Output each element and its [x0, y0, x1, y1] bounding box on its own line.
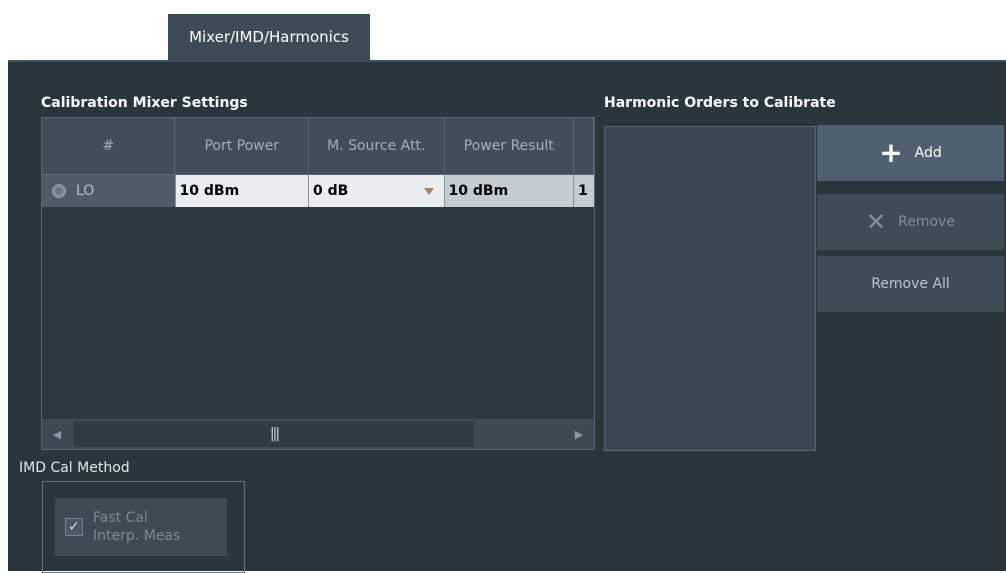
checkbox[interactable]: ✓: [65, 518, 83, 536]
row-id-label: LO: [76, 183, 95, 199]
table-row[interactable]: LO 10 dBm 0 dB 10 dBm 1: [42, 175, 594, 207]
tab-mixer-imd-harmonics[interactable]: Mixer/IMD/Harmonics: [168, 14, 370, 60]
table-header: # Port Power M. Source Att. Power Result: [42, 118, 594, 175]
scroll-thumb[interactable]: |||: [74, 421, 474, 447]
settings-panel: Calibration Mixer Settings # Port Power …: [8, 60, 1006, 573]
calibration-table: # Port Power M. Source Att. Power Result…: [41, 117, 595, 450]
m-source-att-value: 0 dB: [313, 183, 349, 199]
remove-all-button[interactable]: Remove All: [817, 256, 1004, 312]
fast-cal-label: Fast Cal Interp. Meas: [93, 509, 180, 545]
triangle-left-icon[interactable]: ◀: [42, 419, 72, 449]
column-header-port-power: Port Power: [175, 118, 309, 174]
fast-cal-label-line2: Interp. Meas: [93, 528, 181, 544]
horizontal-scrollbar[interactable]: ◀ ||| ▶: [42, 419, 594, 449]
m-source-att-dropdown[interactable]: 0 dB: [309, 175, 445, 207]
fast-cal-label-line1: Fast Cal: [93, 510, 148, 526]
add-button-label: Add: [914, 145, 942, 161]
harmonic-orders-list[interactable]: [604, 126, 816, 451]
row-select-cell[interactable]: LO: [42, 175, 176, 207]
column-header-overflow: [574, 118, 594, 174]
column-header-number: #: [42, 118, 176, 174]
radio-button[interactable]: [52, 184, 66, 198]
plus-icon: +: [879, 136, 903, 169]
remove-all-button-label: Remove All: [871, 276, 950, 292]
port-power-cell[interactable]: 10 dBm: [175, 175, 310, 207]
power-result-cell: 10 dBm: [444, 175, 575, 207]
chevron-down-icon[interactable]: [423, 187, 434, 195]
remove-button[interactable]: ✕ Remove: [817, 194, 1004, 250]
imd-section-title: IMD Cal Method: [19, 460, 130, 476]
remove-button-label: Remove: [898, 214, 955, 230]
column-header-m-source-att: M. Source Att.: [309, 118, 445, 174]
harmonics-section-title: Harmonic Orders to Calibrate: [604, 95, 836, 111]
grip-icon: |||: [269, 426, 280, 442]
triangle-right-icon[interactable]: ▶: [564, 419, 594, 449]
calibration-section-title: Calibration Mixer Settings: [41, 95, 248, 111]
column-header-power-result: Power Result: [445, 118, 575, 174]
x-icon: ✕: [866, 208, 887, 236]
overflow-cell: 1: [574, 175, 594, 207]
fast-cal-checkbox-button[interactable]: ✓ Fast Cal Interp. Meas: [55, 498, 227, 556]
add-button[interactable]: + Add: [817, 125, 1004, 181]
